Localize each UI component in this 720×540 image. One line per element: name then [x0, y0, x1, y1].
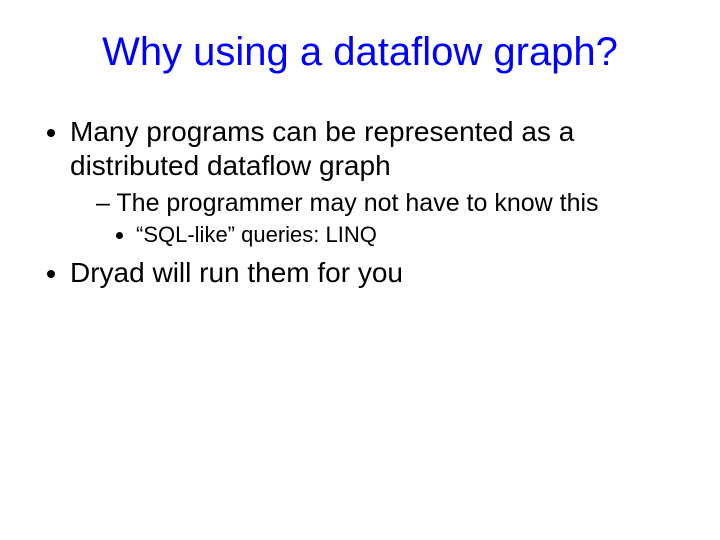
bullet-text: Dryad will run them for you [70, 257, 403, 288]
bullet-list-level3: “SQL-like” queries: LINQ [96, 221, 680, 250]
bullet-text: Many programs can be represented as a di… [70, 116, 574, 181]
bullet-item: The programmer may not have to know this… [96, 188, 680, 250]
bullet-text: The programmer may not have to know this [116, 189, 598, 217]
bullet-item: Many programs can be represented as a di… [70, 115, 680, 250]
bullet-item: “SQL-like” queries: LINQ [136, 221, 680, 250]
bullet-list-level2: The programmer may not have to know this… [70, 188, 680, 250]
bullet-list-level1: Many programs can be represented as a di… [40, 115, 680, 290]
bullet-text: “SQL-like” queries: LINQ [136, 222, 377, 247]
slide: Why using a dataflow graph? Many program… [0, 0, 720, 540]
bullet-item: Dryad will run them for you [70, 256, 680, 290]
slide-title: Why using a dataflow graph? [40, 30, 680, 75]
